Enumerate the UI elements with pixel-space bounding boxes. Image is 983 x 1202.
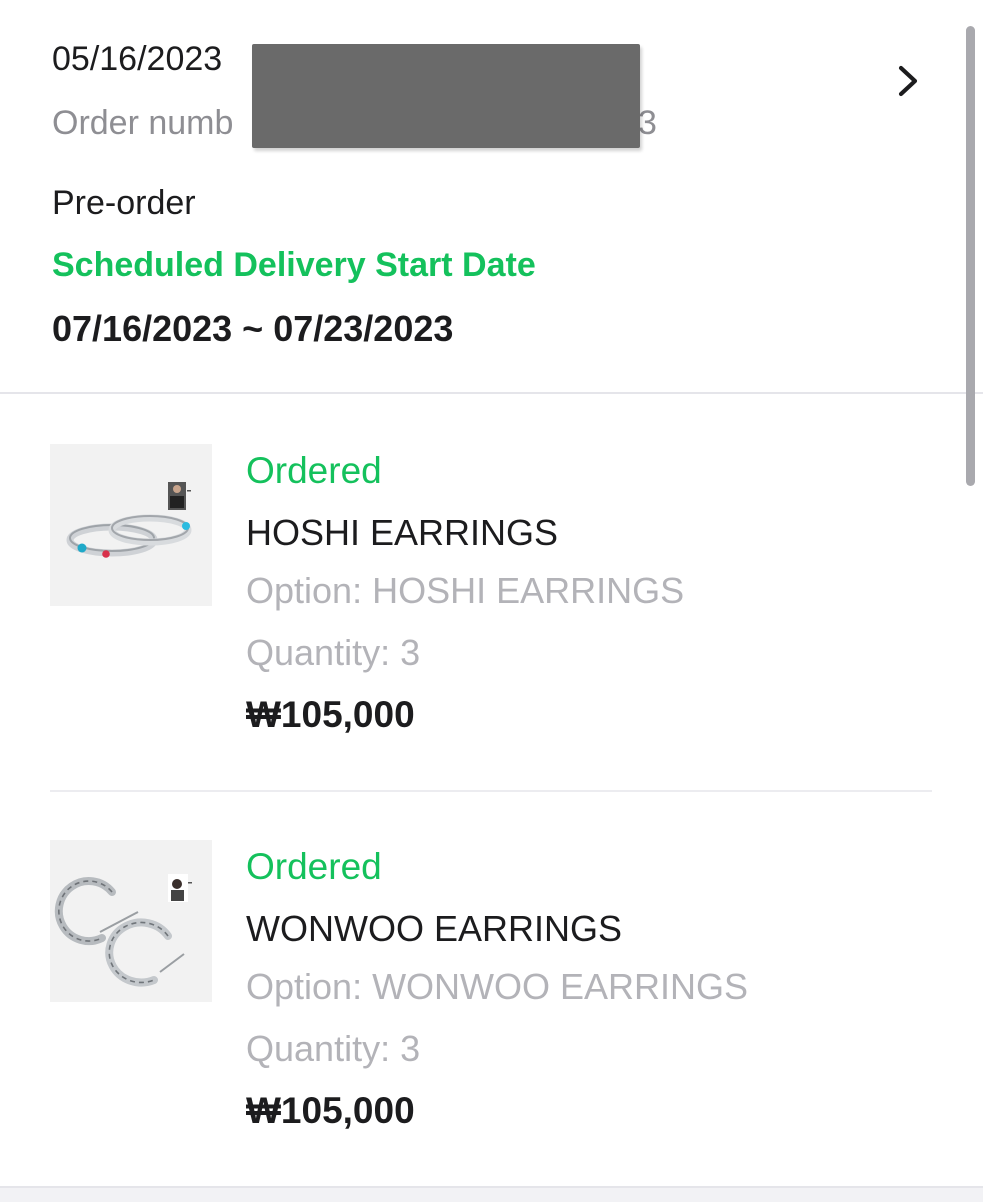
section-divider — [0, 392, 983, 394]
chevron-right-icon[interactable] — [893, 64, 925, 98]
order-number-suffix: 3 — [638, 104, 657, 142]
order-type: Pre-order — [52, 184, 196, 222]
item-price: ₩105,000 — [246, 694, 415, 735]
item-status: Ordered — [246, 846, 382, 887]
item-option: Option: HOSHI EARRINGS — [246, 570, 685, 611]
item-quantity: Quantity: 3 — [246, 632, 421, 673]
item-quantity: Quantity: 3 — [246, 1028, 421, 1069]
ring-illustration — [66, 482, 192, 558]
item-divider — [50, 790, 932, 792]
item-status: Ordered — [246, 450, 382, 491]
item-name[interactable]: HOSHI EARRINGS — [246, 512, 558, 554]
product-image[interactable] — [50, 444, 212, 606]
order-number-label: Order numb 3 — [52, 104, 657, 143]
order-item[interactable]: Ordered WONWOO EARRINGS Option: WONWOO E… — [0, 840, 983, 1160]
redaction-block — [252, 44, 640, 148]
delivery-label: Scheduled Delivery Start Date — [52, 246, 536, 284]
order-number-prefix: Order numb — [52, 104, 234, 142]
scrollbar[interactable] — [966, 26, 975, 486]
earring-illustration — [54, 874, 192, 987]
item-price: ₩105,000 — [246, 1090, 415, 1131]
item-name[interactable]: WONWOO EARRINGS — [246, 908, 622, 950]
order-header[interactable]: 05/16/2023 Order numb 3 Pre-order Schedul… — [0, 0, 983, 392]
order-item[interactable]: Ordered HOSHI EARRINGS Option: HOSHI EAR… — [0, 444, 983, 788]
order-date: 05/16/2023 — [52, 40, 223, 78]
product-image[interactable] — [50, 840, 212, 1002]
item-option: Option: WONWOO EARRINGS — [246, 966, 749, 1007]
delivery-date-range: 07/16/2023 ~ 07/23/2023 — [52, 308, 454, 349]
